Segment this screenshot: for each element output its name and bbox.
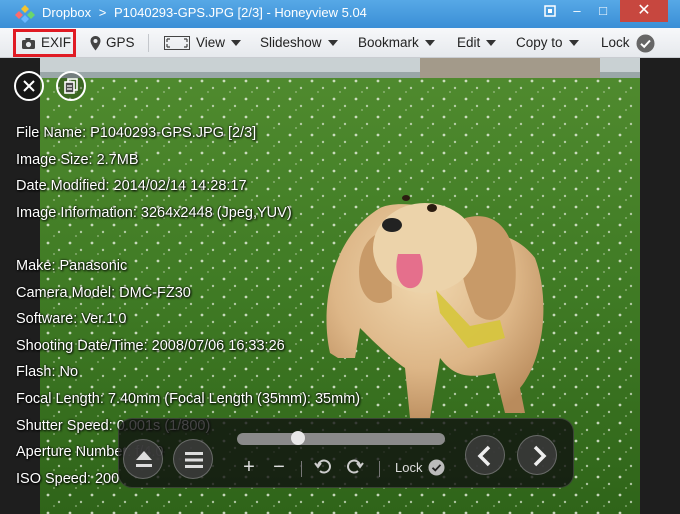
- copy-to-menu[interactable]: Copy to: [516, 31, 579, 55]
- rotate-left-button[interactable]: [313, 457, 333, 482]
- exif-file-name: File Name: P1040293-GPS.JPG [2/3]: [16, 125, 257, 141]
- rotate-left-icon: [314, 459, 331, 474]
- breadcrumb-separator: >: [98, 5, 107, 20]
- location-pin-icon: [90, 35, 101, 50]
- copy-exif-button[interactable]: [56, 71, 86, 101]
- view-label: View: [196, 35, 226, 50]
- control-lock-button[interactable]: Lock: [395, 459, 445, 476]
- breadcrumb-root: Dropbox: [42, 5, 92, 20]
- maximize-button[interactable]: □: [592, 0, 614, 22]
- exif-shooting-date: Shooting Date/Time: 2008/07/06 16:33:26: [16, 337, 285, 354]
- chevron-right-icon: [533, 445, 547, 467]
- chevron-left-icon: [477, 445, 491, 467]
- fit-screen-icon: [544, 5, 556, 17]
- gps-button[interactable]: GPS: [90, 31, 135, 55]
- menu-button[interactable]: [173, 439, 213, 479]
- playback-control-bar: + − Lock: [118, 418, 574, 488]
- previous-image-button[interactable]: [465, 435, 505, 475]
- rotate-right-button[interactable]: [345, 457, 365, 482]
- gps-label: GPS: [106, 35, 135, 50]
- chevron-down-icon: [424, 40, 435, 46]
- close-overlay-button[interactable]: [14, 71, 44, 101]
- close-window-button[interactable]: ✕: [620, 0, 668, 22]
- exif-software: Software: Ver.1.0: [16, 311, 127, 328]
- exif-flash: Flash: No: [16, 364, 79, 381]
- check-circle-icon: [636, 34, 655, 52]
- control-divider: [301, 461, 302, 477]
- chevron-down-icon: [568, 40, 579, 46]
- control-divider: [379, 461, 380, 477]
- zoom-in-button[interactable]: +: [239, 457, 259, 477]
- bookmark-label: Bookmark: [358, 35, 419, 50]
- honeyview-logo-icon: [15, 5, 35, 23]
- chevron-down-icon: [486, 40, 497, 46]
- exif-focal-length: Focal Length: 7.40mm (Focal Length (35mm…: [16, 390, 361, 407]
- next-image-button[interactable]: [517, 435, 557, 475]
- exif-make: Make: Panasonic: [16, 257, 128, 274]
- exif-spacer: [16, 226, 360, 253]
- bookmark-menu[interactable]: Bookmark: [358, 31, 435, 55]
- copy-to-label: Copy to: [516, 35, 563, 50]
- camera-icon: [22, 37, 35, 49]
- eject-icon: [136, 451, 152, 467]
- zoom-slider-track[interactable]: [237, 433, 445, 445]
- view-menu[interactable]: View: [164, 31, 242, 55]
- close-icon: [23, 80, 35, 92]
- image-viewer[interactable]: File Name: P1040293-GPS.JPG [2/3] Image …: [0, 58, 680, 514]
- lock-label: Lock: [601, 35, 630, 50]
- zoom-out-button[interactable]: −: [269, 457, 289, 477]
- hamburger-menu-icon: [185, 452, 203, 468]
- exif-date-modified: Date Modified: 2014/02/14 14:28:17: [16, 178, 247, 195]
- edit-menu[interactable]: Edit: [457, 31, 497, 55]
- control-lock-label: Lock: [395, 460, 423, 475]
- exif-button[interactable]: EXIF: [13, 29, 76, 57]
- lock-button[interactable]: Lock: [601, 31, 655, 55]
- copy-icon: [64, 78, 78, 94]
- exif-image-size: Image Size: 2.7MB: [16, 151, 139, 168]
- check-circle-icon: [428, 459, 445, 476]
- exif-camera-model: Camera Model: DMC-FZ30: [16, 284, 191, 301]
- chevron-down-icon: [327, 40, 338, 46]
- toolbar: EXIF GPS View Slideshow Bookmark Edit Co…: [0, 28, 680, 58]
- title-text: P1040293-GPS.JPG [2/3] - Honeyview 5.04: [113, 5, 367, 20]
- edit-label: Edit: [457, 35, 481, 50]
- slideshow-menu[interactable]: Slideshow: [260, 31, 338, 55]
- eject-button[interactable]: [123, 439, 163, 479]
- slideshow-label: Slideshow: [260, 35, 322, 50]
- minimize-button[interactable]: –: [566, 0, 588, 22]
- title-bar: Dropbox > P1040293-GPS.JPG [2/3] - Honey…: [0, 0, 680, 28]
- fit-screen-button[interactable]: [540, 0, 560, 22]
- view-icon: [164, 36, 190, 50]
- chevron-down-icon: [231, 40, 242, 46]
- exif-image-info: Image Information: 3264x2448 (Jpeg,YUV): [16, 204, 292, 221]
- exif-label: EXIF: [41, 35, 72, 50]
- window-title: Dropbox > P1040293-GPS.JPG [2/3] - Honey…: [42, 5, 367, 20]
- toolbar-divider: [148, 34, 149, 52]
- rotate-right-icon: [347, 459, 364, 474]
